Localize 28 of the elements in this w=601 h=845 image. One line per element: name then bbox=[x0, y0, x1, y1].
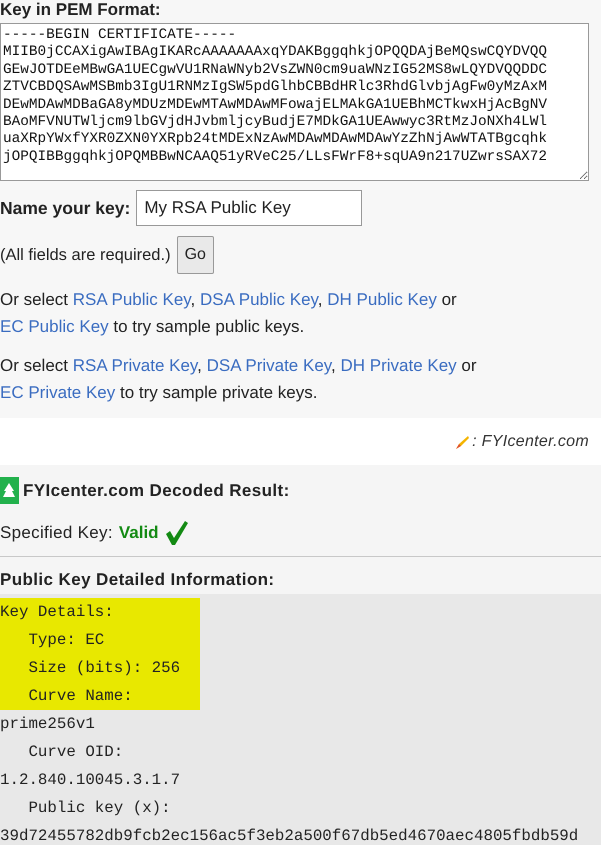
detail-line: 39d72455782db9fcb2ec156ac5f3eb2a500f67db5ed4670aec4805fbdb59d bbox=[0, 826, 578, 845]
credit-text: : FYIcenter.com bbox=[472, 432, 589, 450]
field-label: Name your key: bbox=[0, 198, 130, 218]
detail-line: prime256v1 bbox=[0, 714, 95, 735]
pencil-icon bbox=[454, 434, 470, 450]
pem-text-area[interactable]: -----BEGIN CERTIFICATE----- MIIB0jCCAXigAwIBAgIKARcAAAAAAAxqYDAKBggqhkjOPQQDAjBeMQswCQYDVQQ GEwJOTDEeMBwGA1UECgwVU1RNaWNyb2VsZWN0cm9uaWNzIG52MS8wLQYDVQQDDC ZTVCBDQSAwMSBmb3IgU1RNMzIgSW5pdGlhbCBBdHRlc3RhdGlvbjAgFw0yMzAxM DEwMDAwMDBaGA8yMDUzMDEwMTAwMDAwMFowajELMAkGA1UEBhMCTkwxHjAcBgNV BAoMFVNUTWljcm9lbGVjdHJvbmljcyBudjE7MDkGA1UEAwwyc3RtMzJoNXh4LWl uaXRpYWxfYXR0ZXN0YXRpb24tMDExNzAwMDAwMDAwMDAwYzZhNjAwWTATBgcqhk jOPQIBBggqhkjOPQMBBwNCAAQ51yRVeC25/LLsFWrF8+sqUA9n217UZwrsSAX72 bbox=[0, 23, 589, 181]
sample-key-link[interactable]: RSA Private Key bbox=[72, 356, 198, 375]
key-name-field[interactable]: My RSA Public Key bbox=[136, 190, 362, 226]
detail-line: Curve OID: bbox=[27, 742, 124, 763]
sample-key-link[interactable]: DSA Private Key bbox=[206, 356, 332, 375]
status-label: Specified Key: bbox=[0, 523, 113, 543]
sample-key-link[interactable]: EC Private Key bbox=[0, 383, 116, 402]
section-label: Key in PEM Format: bbox=[0, 0, 162, 21]
sample-key-link[interactable]: DSA Public Key bbox=[200, 290, 318, 309]
sample-key-link[interactable]: DH Private Key bbox=[340, 356, 457, 375]
status-value: Valid bbox=[118, 523, 159, 543]
detail-line: Public key (x): bbox=[27, 798, 171, 819]
result-title: FYIcenter.com Decoded Result: bbox=[23, 480, 290, 500]
check-icon bbox=[164, 520, 189, 546]
go-button[interactable]: Go bbox=[176, 236, 214, 274]
sample-key-link[interactable]: RSA Public Key bbox=[72, 290, 191, 309]
detail-line: 1.2.840.10045.3.1.7 bbox=[0, 770, 180, 791]
sample-keys-text: Or select RSA Private Key, DSA Private Key, DH Private Key or EC Private Key to try sample private keys. bbox=[0, 355, 478, 404]
details-title: Public Key Detailed Information: bbox=[0, 569, 276, 591]
sample-key-link[interactable]: DH Public Key bbox=[327, 290, 437, 309]
sample-keys-text: Or select RSA Public Key, DSA Public Key, DH Public Key or EC Public Key to try sample public keys. bbox=[0, 289, 458, 338]
required-note: (All fields are required.) bbox=[0, 246, 171, 264]
sample-key-link[interactable]: EC Public Key bbox=[0, 317, 109, 336]
